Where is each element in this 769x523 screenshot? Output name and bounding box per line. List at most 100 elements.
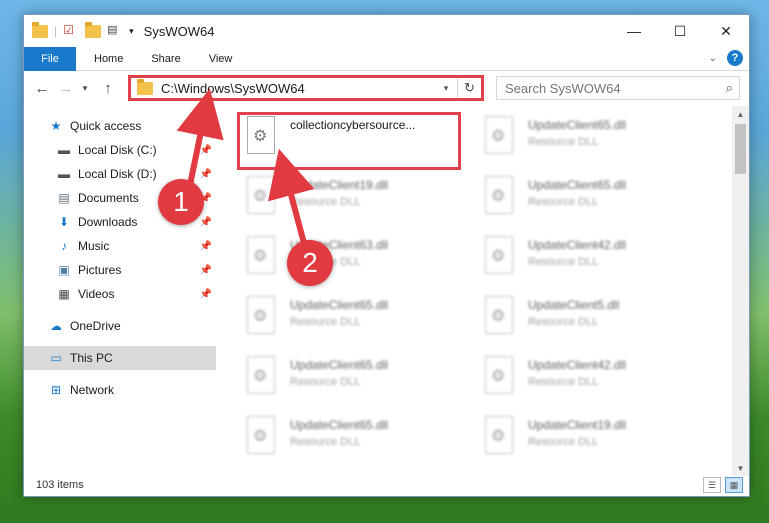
dll-file-icon: ⚙ xyxy=(482,416,516,458)
file-item[interactable]: ⚙ UpdateClient63.dll Resource DLL xyxy=(244,236,472,290)
ribbon-tabs: File Home Share View ⌄ ? xyxy=(24,46,749,71)
search-box[interactable]: ⌕ xyxy=(496,76,740,100)
address-dropdown-icon[interactable]: ▾ xyxy=(437,78,455,98)
dll-file-icon: ⚙ xyxy=(482,236,516,278)
annotation-badge-2: 2 xyxy=(287,240,333,286)
forward-button[interactable]: → xyxy=(54,76,78,100)
file-type: Resource DLL xyxy=(290,436,361,448)
sidebar-item-pictures[interactable]: ▣ Pictures 📌 xyxy=(24,258,216,282)
content-area: ★ Quick access ▬ Local Disk (C:) 📌 ▬ Loc… xyxy=(24,106,749,476)
pin-icon[interactable]: 📌 xyxy=(200,265,212,276)
properties-icon[interactable]: ☑ xyxy=(63,23,79,39)
cloud-icon: ☁ xyxy=(50,319,62,333)
file-item[interactable]: ⚙ UpdateClient65.dll Resource DLL xyxy=(482,176,710,230)
sidebar-item-label: Network xyxy=(70,383,115,397)
expand-ribbon-icon[interactable]: ⌄ xyxy=(709,53,717,64)
address-bar[interactable]: C:\Windows\SysWOW64 ▾ ↻ xyxy=(128,75,484,101)
pictures-icon: ▣ xyxy=(58,263,70,277)
tab-share[interactable]: Share xyxy=(137,47,194,71)
file-name: UpdateClient5.dll xyxy=(528,298,620,312)
new-folder-icon[interactable] xyxy=(85,21,102,38)
file-type: Resource DLL xyxy=(290,316,361,328)
customize-toolbar-icon[interactable]: ▾ xyxy=(129,26,134,37)
sidebar-item-music[interactable]: ♪ Music 📌 xyxy=(24,234,216,258)
sidebar-item-videos[interactable]: ▦ Videos 📌 xyxy=(24,282,216,306)
dll-file-icon: ⚙ xyxy=(482,296,516,338)
maximize-button[interactable]: ☐ xyxy=(657,15,703,47)
details-view-icon[interactable]: ☰ xyxy=(703,477,721,493)
sidebar-item-label: Quick access xyxy=(70,119,142,133)
vertical-scrollbar[interactable]: ▲ ▼ xyxy=(732,106,749,476)
dll-file-icon: ⚙ xyxy=(482,116,516,158)
scroll-up-icon[interactable]: ▲ xyxy=(732,106,749,122)
file-list-pane: ⚙ collectioncybersource... ⚙ UpdateClien… xyxy=(216,106,749,476)
sidebar-item-network[interactable]: ⊞ Network xyxy=(24,378,216,402)
back-button[interactable]: ← xyxy=(30,76,54,100)
downloads-icon: ⬇ xyxy=(58,215,70,229)
file-name: UpdateClient65.dll xyxy=(290,358,389,372)
sidebar-item-this-pc[interactable]: ▭ This PC xyxy=(24,346,216,370)
file-item[interactable]: ⚙ UpdateClient5.dll Resource DLL xyxy=(482,296,710,350)
sidebar-item-quick-access[interactable]: ★ Quick access xyxy=(24,114,216,138)
address-path[interactable]: C:\Windows\SysWOW64 xyxy=(161,81,305,96)
up-button[interactable]: ↑ xyxy=(96,76,120,100)
pin-icon[interactable]: 📌 xyxy=(200,169,212,180)
sidebar-item-label: Local Disk (C:) xyxy=(78,143,157,157)
file-type: Resource DLL xyxy=(290,376,361,388)
file-item[interactable]: ⚙ collectioncybersource... xyxy=(244,116,472,170)
file-item[interactable]: ⚙ UpdateClient42.dll Resource DLL xyxy=(482,356,710,410)
tab-file[interactable]: File xyxy=(24,46,76,71)
dll-file-icon: ⚙ xyxy=(244,116,278,158)
file-item[interactable]: ⚙ UpdateClient65.dll Resource DLL xyxy=(482,116,710,170)
file-item[interactable]: ⚙ UpdateClient65.dll Resource DLL xyxy=(244,416,472,470)
minimize-button[interactable]: — xyxy=(611,15,657,47)
music-icon: ♪ xyxy=(61,239,67,253)
file-name: UpdateClient42.dll xyxy=(528,238,627,252)
close-button[interactable]: ✕ xyxy=(703,15,749,47)
large-icons-view-icon[interactable]: ▦ xyxy=(725,477,743,493)
file-item[interactable]: ⚙ UpdateClient65.dll Resource DLL xyxy=(244,296,472,350)
dll-file-icon: ⚙ xyxy=(482,176,516,218)
sidebar-item-local-disk-c[interactable]: ▬ Local Disk (C:) 📌 xyxy=(24,138,216,162)
search-icon[interactable]: ⌕ xyxy=(726,80,733,96)
scrollbar-thumb[interactable] xyxy=(735,124,746,174)
item-count: 103 items xyxy=(36,479,84,491)
file-type: Resource DLL xyxy=(528,436,599,448)
file-name: UpdateClient65.dll xyxy=(290,298,389,312)
view-menu-icon[interactable]: ▤ xyxy=(107,23,123,39)
refresh-icon[interactable]: ↻ xyxy=(457,78,481,98)
pin-icon[interactable]: 📌 xyxy=(200,145,212,156)
dll-file-icon: ⚙ xyxy=(244,416,278,458)
recent-locations-button[interactable]: ▾ xyxy=(78,76,92,100)
status-bar: 103 items ☰ ▦ xyxy=(24,474,749,496)
file-name: UpdateClient42.dll xyxy=(528,358,627,372)
file-item[interactable]: ⚙ UpdateClient19.dll Resource DLL xyxy=(244,176,472,230)
file-type: Resource DLL xyxy=(528,316,599,328)
pin-icon[interactable]: 📌 xyxy=(200,241,212,252)
annotation-badge-1: 1 xyxy=(158,179,204,225)
sidebar-item-label: OneDrive xyxy=(70,319,121,333)
dll-file-icon: ⚙ xyxy=(244,236,278,278)
file-item[interactable]: ⚙ UpdateClient19.dll Resource DLL xyxy=(482,416,710,470)
file-type: Resource DLL xyxy=(528,376,599,388)
tab-home[interactable]: Home xyxy=(76,47,137,71)
pin-icon[interactable]: 📌 xyxy=(200,217,212,228)
videos-icon: ▦ xyxy=(58,287,70,301)
file-name: UpdateClient19.dll xyxy=(528,418,627,432)
help-icon[interactable]: ? xyxy=(727,50,743,66)
pin-icon[interactable]: 📌 xyxy=(200,289,212,300)
sidebar-item-onedrive[interactable]: ☁ OneDrive xyxy=(24,314,216,338)
drive-icon: ▬ xyxy=(58,167,70,181)
quick-access-toolbar: | ☑ ▤ ▾ xyxy=(24,21,134,39)
file-item[interactable]: ⚙ UpdateClient65.dll Resource DLL xyxy=(244,356,472,410)
file-type: Resource DLL xyxy=(290,196,361,208)
sidebar-item-label: Documents xyxy=(78,191,139,205)
file-item[interactable]: ⚙ UpdateClient42.dll Resource DLL xyxy=(482,236,710,290)
search-input[interactable] xyxy=(497,80,707,96)
file-type: Resource DLL xyxy=(528,256,599,268)
sidebar-item-label: Music xyxy=(78,239,110,253)
star-icon: ★ xyxy=(50,119,62,133)
file-type: Resource DLL xyxy=(528,196,599,208)
tab-view[interactable]: View xyxy=(195,47,247,71)
dll-file-icon: ⚙ xyxy=(244,296,278,338)
